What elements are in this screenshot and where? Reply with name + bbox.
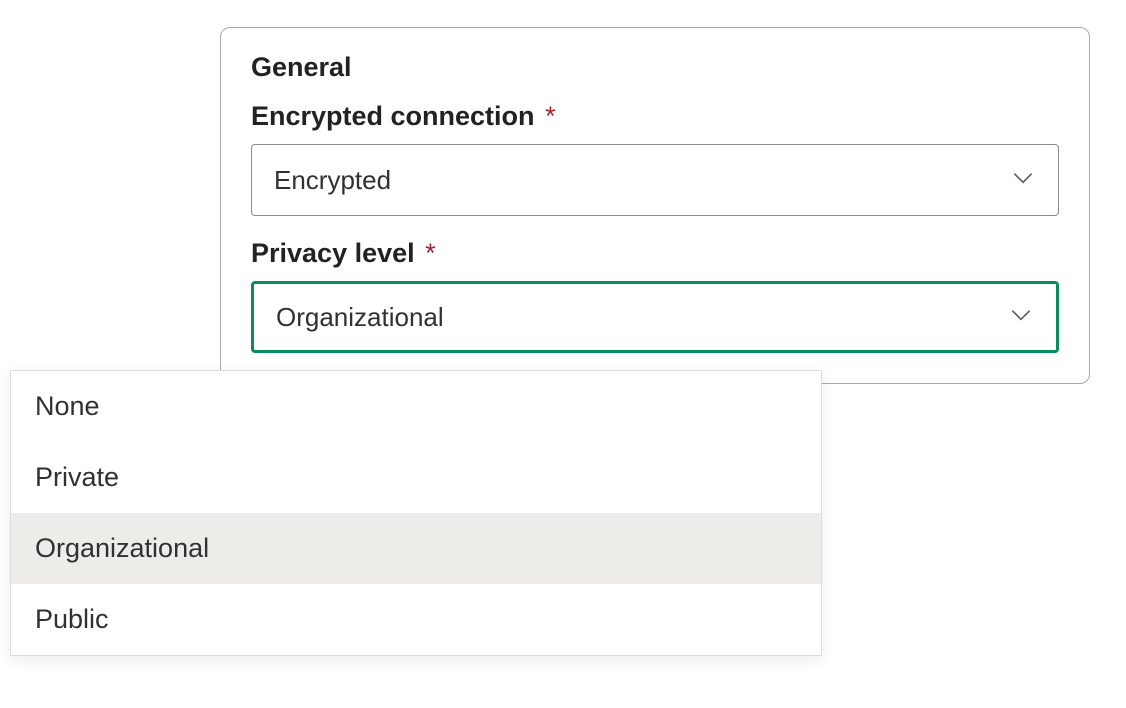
dropdown-value: Organizational	[276, 302, 444, 333]
field-label-text: Encrypted connection	[251, 101, 535, 131]
encrypted-connection-dropdown[interactable]: Encrypted	[251, 144, 1059, 216]
dropdown-option-organizational[interactable]: Organizational	[11, 513, 821, 584]
dropdown-option-private[interactable]: Private	[11, 442, 821, 513]
section-title: General	[251, 52, 1059, 83]
required-marker: *	[545, 101, 556, 131]
privacy-level-dropdown-list: None Private Organizational Public	[10, 370, 822, 656]
privacy-level-label: Privacy level *	[251, 238, 1059, 269]
chevron-down-icon	[1008, 302, 1034, 333]
field-label-text: Privacy level	[251, 238, 415, 268]
privacy-level-dropdown[interactable]: Organizational	[251, 281, 1059, 353]
dropdown-option-none[interactable]: None	[11, 371, 821, 442]
required-marker: *	[425, 238, 436, 268]
general-settings-panel: General Encrypted connection * Encrypted…	[220, 27, 1090, 384]
dropdown-value: Encrypted	[274, 165, 391, 196]
dropdown-option-public[interactable]: Public	[11, 584, 821, 655]
chevron-down-icon	[1010, 165, 1036, 196]
encrypted-connection-label: Encrypted connection *	[251, 101, 1059, 132]
